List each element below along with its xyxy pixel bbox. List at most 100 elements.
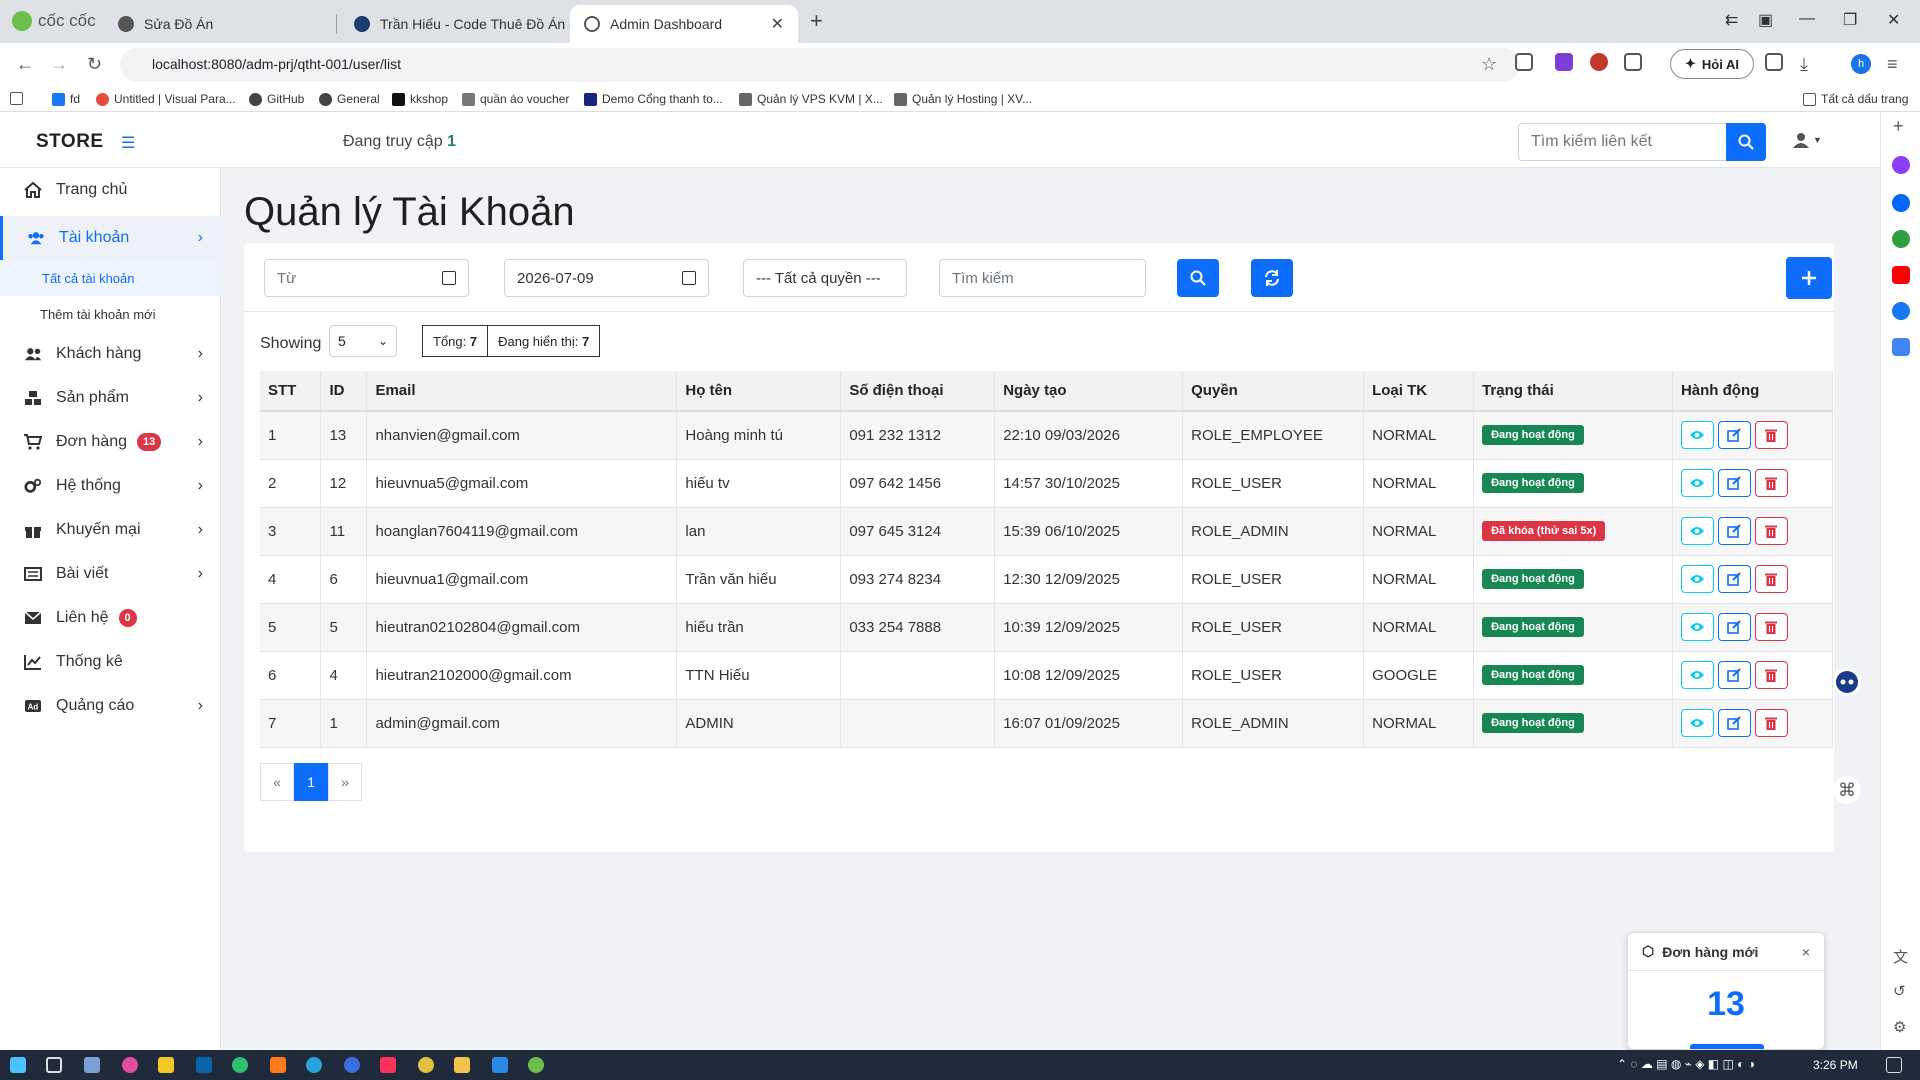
edit-button[interactable] xyxy=(1717,469,1751,497)
calendar-icon[interactable] xyxy=(442,271,456,285)
bookmark-item[interactable]: Demo Cổng thanh to... xyxy=(584,92,723,106)
page-button-current[interactable]: 1 xyxy=(294,763,328,801)
puzzle-extension-icon[interactable] xyxy=(1624,53,1642,71)
bookmark-item[interactable]: Quản lý Hosting | XV... xyxy=(894,92,1032,106)
prev-page-button[interactable]: « xyxy=(260,763,294,801)
zalo-icon[interactable] xyxy=(1892,194,1910,212)
role-select[interactable]: --- Tất cả quyền --- xyxy=(743,259,907,297)
tab-sua-do-an[interactable]: Sửa Đồ Án xyxy=(104,5,334,43)
edit-button[interactable] xyxy=(1717,661,1751,689)
keyword-search-input[interactable]: Tìm kiếm xyxy=(939,259,1146,297)
all-bookmarks[interactable]: Tất cả dấu trang xyxy=(1803,92,1908,106)
url-text[interactable]: localhost:8080/adm-prj/qtht-001/user/lis… xyxy=(152,56,401,72)
sidebar-toggle-icon[interactable] xyxy=(1765,53,1783,71)
store-logo[interactable]: STORE xyxy=(36,131,104,153)
restore-button[interactable]: ❐ xyxy=(1843,10,1857,30)
view-button[interactable] xyxy=(1680,613,1714,641)
youtube-icon[interactable] xyxy=(1892,266,1910,284)
view-button[interactable] xyxy=(1680,565,1714,593)
delete-button[interactable] xyxy=(1754,709,1788,737)
back-history-icon[interactable]: ⇇ xyxy=(1725,10,1738,30)
history-icon[interactable]: ↺ xyxy=(1893,982,1906,1000)
sidebar-item-promotions[interactable]: Khuyến mại › xyxy=(0,508,221,552)
sidebar-subitem-all-accounts[interactable]: Tất cả tài khoản xyxy=(0,260,221,296)
search-button[interactable] xyxy=(1177,259,1219,297)
store-icon[interactable] xyxy=(158,1057,174,1073)
edit-button[interactable] xyxy=(1717,565,1751,593)
sublime-icon[interactable] xyxy=(270,1057,286,1073)
file-explorer-icon[interactable] xyxy=(454,1057,470,1073)
minimize-button[interactable]: — xyxy=(1799,10,1815,28)
hamburger-icon[interactable]: ☰ xyxy=(121,133,135,153)
sidebar-item-statistics[interactable]: Thống kê xyxy=(0,640,221,684)
browser-logo[interactable]: cốc cốc xyxy=(12,11,96,31)
view-button[interactable] xyxy=(1680,517,1714,545)
bookmark-star-icon[interactable]: ☆ xyxy=(1481,54,1497,75)
view-button[interactable] xyxy=(1680,709,1714,737)
to-date-input[interactable]: 2026-07-09 xyxy=(504,259,709,297)
reload-icon[interactable]: ↻ xyxy=(87,54,102,75)
delete-button[interactable] xyxy=(1754,661,1788,689)
add-account-button[interactable] xyxy=(1786,257,1832,299)
delete-button[interactable] xyxy=(1754,469,1788,497)
sidebar-item-orders[interactable]: Đơn hàng 13 › xyxy=(0,420,221,464)
delete-button[interactable] xyxy=(1754,565,1788,593)
translate-icon[interactable] xyxy=(1892,338,1910,356)
link-search-button[interactable] xyxy=(1726,123,1766,161)
toast-close-button[interactable]: × xyxy=(1802,944,1810,960)
refresh-button[interactable] xyxy=(1251,259,1293,297)
sidebar-item-accounts[interactable]: Tài khoản › xyxy=(0,216,221,260)
bookmark-item[interactable]: quần áo voucher xyxy=(462,92,569,106)
settings-icon[interactable]: ⚙ xyxy=(1893,1018,1906,1036)
from-date-input[interactable]: Từ xyxy=(264,259,469,297)
calendar-icon[interactable] xyxy=(682,271,696,285)
delete-button[interactable] xyxy=(1754,421,1788,450)
apps-icon[interactable] xyxy=(10,92,23,105)
discord-icon[interactable] xyxy=(344,1057,360,1073)
view-button[interactable] xyxy=(1680,421,1714,450)
next-page-button[interactable]: » xyxy=(328,763,362,801)
sidebar-item-ads[interactable]: Ad Quảng cáo › xyxy=(0,684,221,728)
taskbar-app-icon[interactable] xyxy=(84,1057,100,1073)
download-icon[interactable]: ⤓ xyxy=(1800,54,1808,75)
language-icon[interactable]: 文 xyxy=(1893,946,1908,967)
extension-v-icon[interactable] xyxy=(1555,53,1573,71)
bookmark-item[interactable]: fd xyxy=(52,92,80,106)
close-tab-icon[interactable]: ✕ xyxy=(771,14,784,34)
intellij-icon[interactable] xyxy=(380,1057,396,1073)
facebook-icon[interactable] xyxy=(1892,302,1910,320)
sidebar-item-system[interactable]: Hệ thống › xyxy=(0,464,221,508)
edit-button[interactable] xyxy=(1717,517,1751,545)
delete-button[interactable] xyxy=(1754,613,1788,641)
game-icon[interactable] xyxy=(1892,230,1910,248)
screenshot-icon[interactable]: ▣ xyxy=(1758,10,1773,30)
user-menu[interactable]: ▼ xyxy=(1793,132,1822,148)
sidebar-item-contact[interactable]: Liên hệ 0 xyxy=(0,596,221,640)
sidebar-item-home[interactable]: Trang chủ xyxy=(0,168,221,212)
tray-icons[interactable]: ⌃ ◌ ☁ ▤ ◍ ⌁ ◈ ◧ ◫ ◐ ◑ xyxy=(1617,1057,1755,1071)
forward-icon[interactable]: → xyxy=(50,54,68,75)
command-icon[interactable]: ⌘ xyxy=(1833,776,1861,804)
back-icon[interactable]: ← xyxy=(16,54,34,75)
add-panel-icon[interactable]: + xyxy=(1893,116,1904,137)
edit-button[interactable] xyxy=(1717,421,1751,450)
ask-ai-button[interactable]: ✦ Hỏi AI xyxy=(1670,49,1754,79)
windows-start-icon[interactable] xyxy=(10,1057,26,1073)
bookmark-item[interactable]: GitHub xyxy=(249,92,304,106)
edit-button[interactable] xyxy=(1717,709,1751,737)
tab-admin-dashboard[interactable]: Admin Dashboard ✕ xyxy=(570,5,798,43)
chat-bot-icon[interactable] xyxy=(1833,668,1861,696)
sidebar-subitem-add-account[interactable]: Thêm tài khoản mới xyxy=(0,296,221,332)
close-window-button[interactable]: ✕ xyxy=(1887,10,1900,30)
chrome-icon[interactable] xyxy=(418,1057,434,1073)
vscode-icon[interactable] xyxy=(492,1057,508,1073)
coccoc-taskbar-icon[interactable] xyxy=(528,1057,544,1073)
telegram-icon[interactable] xyxy=(306,1057,322,1073)
edit-button[interactable] xyxy=(1717,613,1751,641)
task-view-icon[interactable] xyxy=(46,1057,62,1073)
copilot-icon[interactable] xyxy=(122,1057,138,1073)
tab-code-thue[interactable]: Trần Hiếu - Code Thuê Đồ Án - J xyxy=(340,5,570,43)
profile-avatar[interactable]: h xyxy=(1851,54,1871,74)
notification-icon[interactable] xyxy=(1886,1057,1902,1073)
view-button[interactable] xyxy=(1680,661,1714,689)
